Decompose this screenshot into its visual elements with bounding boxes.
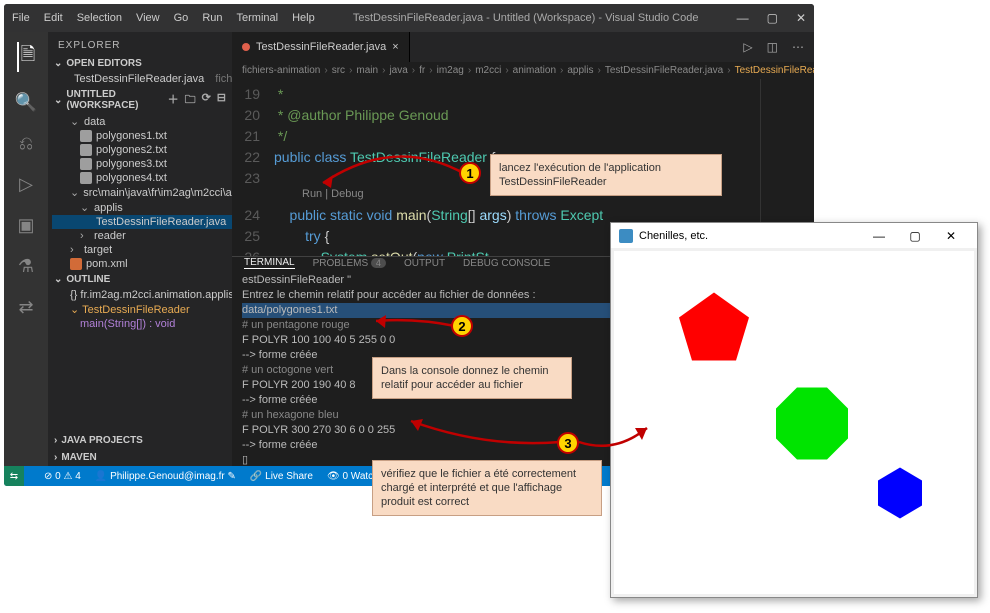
- tree-item[interactable]: polygones3.txt: [52, 157, 232, 171]
- terminal-tab[interactable]: TERMINAL: [244, 257, 295, 269]
- menu-bar: File Edit Selection View Go Run Terminal…: [12, 12, 315, 24]
- app-minimize-icon[interactable]: —: [861, 229, 897, 243]
- debug-console-tab[interactable]: DEBUG CONSOLE: [463, 258, 550, 269]
- callout-1: lancez l'exécution de l'application Test…: [490, 154, 722, 196]
- outline-header[interactable]: ⌄OUTLINE: [48, 271, 232, 288]
- tree-item[interactable]: pom.xml: [52, 257, 232, 271]
- more-icon[interactable]: ⋯: [792, 40, 804, 54]
- tab-file[interactable]: TestDessinFileReader.java×: [232, 32, 410, 62]
- octagon-shape: [776, 388, 848, 460]
- sidebar-header: EXPLORER: [48, 32, 232, 55]
- outline-item[interactable]: main(String[]) : void: [52, 317, 232, 331]
- callout-3: vérifiez que le fichier a été correcteme…: [372, 460, 602, 516]
- menu-go[interactable]: Go: [174, 12, 189, 24]
- open-editors-header[interactable]: ⌄OPEN EDITORS: [48, 55, 232, 72]
- step-3-marker: 3: [557, 432, 579, 454]
- new-folder-icon[interactable]: 🗀: [185, 91, 196, 110]
- menu-view[interactable]: View: [136, 12, 160, 24]
- output-tab[interactable]: OUTPUT: [404, 258, 445, 269]
- minimize-icon[interactable]: —: [737, 11, 749, 25]
- search-icon[interactable]: 🔍: [15, 92, 37, 113]
- outline-item[interactable]: {} fr.im2ag.m2cci.animation.applis: [52, 288, 232, 302]
- explorer-icon[interactable]: 🗎: [17, 42, 35, 72]
- app-title: Chenilles, etc.: [639, 230, 708, 242]
- extensions-icon[interactable]: ▣: [17, 215, 34, 236]
- sidebar: EXPLORER ⌄OPEN EDITORS TestDessinFileRea…: [48, 32, 232, 466]
- scm-icon[interactable]: ⎌: [19, 133, 33, 154]
- tree-item[interactable]: ⌄data: [52, 114, 232, 129]
- collapse-icon[interactable]: ⊟: [217, 91, 226, 110]
- tab-close-icon[interactable]: ×: [392, 41, 398, 53]
- tree-item[interactable]: TestDessinFileReader.java: [52, 215, 232, 229]
- menu-edit[interactable]: Edit: [44, 12, 63, 24]
- pentagon-shape: [679, 293, 749, 361]
- java-app-icon: [619, 229, 633, 243]
- breadcrumbs[interactable]: fichiers-animation›src›main›java›fr›im2a…: [232, 62, 814, 79]
- step-2-marker: 2: [451, 315, 473, 337]
- tree-item[interactable]: polygones1.txt: [52, 129, 232, 143]
- drawing-canvas: [614, 251, 974, 594]
- hexagon-shape: [878, 468, 922, 519]
- java-projects-header[interactable]: ›JAVA PROJECTS: [48, 432, 232, 449]
- app-close-icon[interactable]: ✕: [933, 229, 969, 243]
- menu-terminal[interactable]: Terminal: [237, 12, 279, 24]
- open-editor-item[interactable]: TestDessinFileReader.java fichiers-ani..…: [52, 72, 232, 86]
- tree-item[interactable]: ›reader: [52, 229, 232, 243]
- maximize-icon[interactable]: ▢: [767, 11, 778, 25]
- workspace-header[interactable]: ⌄UNTITLED (WORKSPACE) ＋🗀⟳⊟: [48, 86, 232, 114]
- menu-selection[interactable]: Selection: [77, 12, 122, 24]
- test-icon[interactable]: ⚗: [18, 256, 34, 277]
- tree-item[interactable]: polygones4.txt: [52, 171, 232, 185]
- remote-button[interactable]: ⇆: [4, 466, 24, 486]
- remote-icon[interactable]: ⇄: [18, 297, 33, 318]
- close-icon[interactable]: ✕: [796, 11, 806, 25]
- new-file-icon[interactable]: ＋: [168, 91, 179, 110]
- maven-header[interactable]: ›MAVEN: [48, 449, 232, 466]
- step-1-marker: 1: [459, 162, 481, 184]
- watch-status[interactable]: 👁 0 Watch: [327, 471, 379, 482]
- editor-tabs: TestDessinFileReader.java× ▷ ◫ ⋯: [232, 32, 814, 62]
- callout-2: Dans la console donnez le chemin relatif…: [372, 357, 572, 399]
- errors-status[interactable]: ⊘ 0 ⚠ 4: [44, 471, 81, 482]
- run-icon[interactable]: ▷: [743, 40, 752, 54]
- tree-item[interactable]: ›target: [52, 243, 232, 257]
- tree-item[interactable]: ⌄src\main\java\fr\im2ag\m2cci\anima...: [52, 185, 232, 200]
- user-status[interactable]: 👤 Philippe.Genoud@imag.fr ✎: [95, 471, 236, 482]
- app-maximize-icon[interactable]: ▢: [897, 229, 933, 243]
- outline-item[interactable]: ⌄ TestDessinFileReader: [52, 302, 232, 317]
- menu-help[interactable]: Help: [292, 12, 315, 24]
- window-controls: — ▢ ✕: [737, 11, 806, 25]
- menu-run[interactable]: Run: [202, 12, 222, 24]
- liveshare-status[interactable]: 🔗 Live Share: [250, 471, 313, 482]
- activity-bar: 🗎 🔍 ⎌ ▷ ▣ ⚗ ⇄: [4, 32, 48, 466]
- menu-file[interactable]: File: [12, 12, 30, 24]
- tree-item[interactable]: ⌄applis: [52, 200, 232, 215]
- problems-tab[interactable]: PROBLEMS 4: [313, 258, 386, 269]
- app-title-bar: Chenilles, etc. — ▢ ✕: [611, 223, 977, 248]
- split-icon[interactable]: ◫: [767, 40, 778, 54]
- refresh-icon[interactable]: ⟳: [202, 91, 211, 110]
- title-bar: File Edit Selection View Go Run Terminal…: [4, 4, 814, 32]
- java-icon: [242, 43, 250, 51]
- tree-item[interactable]: polygones2.txt: [52, 143, 232, 157]
- window-title: TestDessinFileReader.java - Untitled (Wo…: [315, 12, 737, 24]
- debug-icon[interactable]: ▷: [19, 174, 33, 195]
- app-window: Chenilles, etc. — ▢ ✕: [610, 222, 978, 598]
